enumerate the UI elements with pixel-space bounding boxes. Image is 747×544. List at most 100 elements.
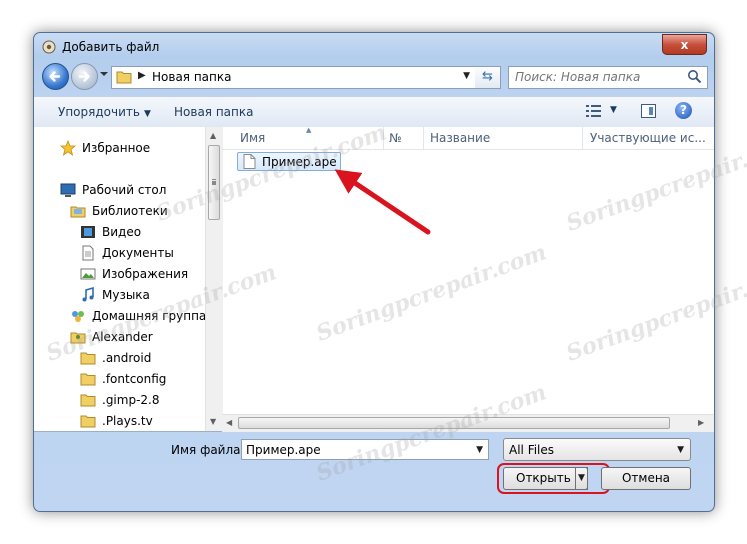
chevron-down-icon[interactable]: ▼ xyxy=(476,445,483,455)
nav-item-android[interactable]: .android xyxy=(80,349,151,367)
chevron-down-icon: ▼ xyxy=(677,445,684,455)
preview-pane-icon[interactable] xyxy=(641,104,656,118)
back-button[interactable] xyxy=(42,63,69,90)
title-bar: Добавить файл x xyxy=(34,33,714,59)
open-options-dropdown[interactable]: ▼ xyxy=(575,467,588,490)
pictures-icon xyxy=(80,268,96,280)
navigation-row: ▶ Новая папка ▼ ⇆ xyxy=(34,61,714,95)
chevron-down-icon[interactable]: ▼ xyxy=(610,105,617,115)
nav-item-playstv[interactable]: .Plays.tv xyxy=(80,412,153,430)
file-icon xyxy=(243,154,256,169)
breadcrumb-current[interactable]: Новая папка xyxy=(152,70,231,84)
nav-item-label: Документы xyxy=(102,246,174,260)
file-type-filter[interactable]: All Files ▼ xyxy=(503,438,691,461)
nav-item-fontconfig[interactable]: .fontconfig xyxy=(80,370,166,388)
app-icon xyxy=(42,40,56,54)
organize-label: Упорядочить xyxy=(58,105,140,119)
cancel-button[interactable]: Отмена xyxy=(601,467,691,490)
file-name: Пример.ape xyxy=(262,155,337,169)
scroll-left-icon[interactable]: ◀ xyxy=(226,418,232,427)
nav-item-label: Видео xyxy=(102,225,142,239)
content-area: Избранное Рабочий стол Библиотеки Видео … xyxy=(34,126,714,432)
search-icon xyxy=(688,70,702,84)
nav-item-desktop[interactable]: Рабочий стол xyxy=(60,181,166,199)
open-file-dialog: Добавить файл x ▶ Новая папка ▼ ⇆ Поиск:… xyxy=(33,32,715,512)
file-list-pane: Имя ▲ № Название Участвующие ис... Приме… xyxy=(222,126,714,432)
file-item[interactable]: Пример.ape xyxy=(237,152,341,171)
star-icon xyxy=(60,140,76,156)
command-bar: Упорядочить ▼ Новая папка ▼ ? xyxy=(34,96,714,128)
nav-item-pictures[interactable]: Изображения xyxy=(80,265,188,283)
nav-item-gimp[interactable]: .gimp-2.8 xyxy=(80,391,160,409)
column-header-row: Имя ▲ № Название Участвующие ис... xyxy=(222,126,714,150)
folder-icon xyxy=(116,71,132,84)
column-header-name[interactable]: Имя xyxy=(240,131,265,145)
homegroup-icon xyxy=(72,311,84,322)
nav-item-label: Alexander xyxy=(92,330,153,344)
folder-icon xyxy=(80,415,96,428)
folder-icon xyxy=(80,352,96,365)
filename-label: Имя файла: xyxy=(171,443,245,457)
nav-item-homegroup[interactable]: Домашняя группа xyxy=(70,307,205,325)
nav-pane-scrollbar[interactable]: ▲ ▼ xyxy=(205,127,223,431)
scroll-up-icon[interactable]: ▲ xyxy=(210,131,216,140)
chevron-down-icon: ▼ xyxy=(143,109,151,119)
nav-item-label: .fontconfig xyxy=(102,372,167,386)
nav-item-label: .gimp-2.8 xyxy=(102,393,160,407)
nav-item-documents[interactable]: Документы xyxy=(80,244,174,262)
scrollbar-thumb[interactable] xyxy=(238,417,670,429)
organize-button[interactable]: Упорядочить ▼ xyxy=(58,105,151,119)
new-folder-button[interactable]: Новая папка xyxy=(174,105,253,119)
desktop-icon xyxy=(60,183,76,197)
refresh-button[interactable]: ⇆ xyxy=(475,66,501,89)
nav-item-label: Избранное xyxy=(82,141,151,155)
nav-item-label: Рабочий стол xyxy=(82,183,167,197)
sort-ascending-icon: ▲ xyxy=(306,126,312,134)
navigation-pane: Избранное Рабочий стол Библиотеки Видео … xyxy=(34,127,205,431)
nav-item-libraries[interactable]: Библиотеки xyxy=(70,202,168,220)
nav-item-label: Библиотеки xyxy=(92,204,168,218)
nav-item-video[interactable]: Видео xyxy=(80,223,141,241)
nav-item-label: Изображения xyxy=(102,267,189,281)
file-type-value: All Files xyxy=(509,443,555,457)
chevron-down-icon: ▼ xyxy=(578,473,585,483)
column-header-number[interactable]: № xyxy=(389,131,401,145)
close-button[interactable]: x xyxy=(662,34,707,55)
filename-input[interactable] xyxy=(242,440,471,459)
recent-pages-dropdown[interactable] xyxy=(100,70,108,78)
arrow-right-icon xyxy=(78,71,90,82)
close-icon: x xyxy=(680,37,689,52)
nav-item-music[interactable]: Музыка xyxy=(80,286,150,304)
documents-icon xyxy=(82,245,94,261)
nav-item-favorites[interactable]: Избранное xyxy=(60,139,150,157)
nav-item-label: Музыка xyxy=(102,288,150,302)
scroll-right-icon[interactable]: ▶ xyxy=(698,418,704,427)
refresh-icon: ⇆ xyxy=(482,69,493,84)
folder-icon xyxy=(80,373,96,386)
nav-item-label: .android xyxy=(102,351,152,365)
search-box[interactable] xyxy=(508,66,708,89)
scrollbar-thumb[interactable] xyxy=(208,145,220,220)
forward-button[interactable] xyxy=(71,63,98,90)
column-header-title[interactable]: Название xyxy=(430,131,490,145)
filename-combobox[interactable]: ▼ xyxy=(241,439,489,460)
window-title: Добавить файл xyxy=(62,40,160,54)
nav-item-label: .Plays.tv xyxy=(102,414,153,428)
music-icon xyxy=(82,287,94,302)
folder-icon xyxy=(80,394,96,407)
file-list-horizontal-scrollbar[interactable]: ◀ ▶ xyxy=(222,414,714,432)
view-options-icon[interactable] xyxy=(586,104,602,118)
user-folder-icon xyxy=(70,332,86,344)
breadcrumb-separator-icon[interactable]: ▶ xyxy=(138,70,146,81)
nav-item-alexander[interactable]: Alexander xyxy=(70,328,153,346)
chevron-down-icon[interactable]: ▼ xyxy=(463,71,470,81)
scroll-down-icon[interactable]: ▼ xyxy=(210,417,216,426)
address-bar[interactable]: ▶ Новая папка ▼ xyxy=(111,66,477,89)
help-icon[interactable]: ? xyxy=(675,102,692,119)
libraries-icon xyxy=(70,206,86,218)
nav-item-label: Домашняя группа xyxy=(92,309,205,323)
search-input[interactable] xyxy=(509,67,685,86)
video-icon xyxy=(81,226,95,238)
new-folder-label: Новая папка xyxy=(174,105,254,119)
column-header-contributing-artists[interactable]: Участвующие ис... xyxy=(590,131,706,145)
